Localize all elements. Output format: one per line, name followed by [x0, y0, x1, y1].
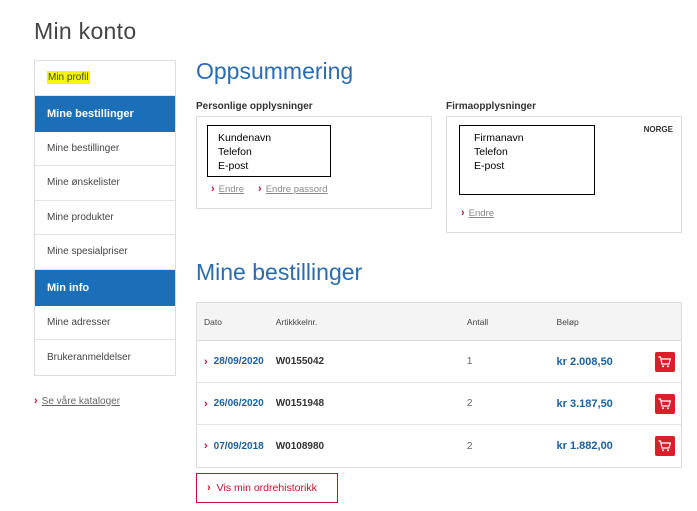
cart-icon: [658, 440, 672, 452]
sidebar-item-label: Mine ønskelister: [47, 177, 120, 189]
chevron-right-icon: ›: [34, 395, 38, 407]
order-qty: 2: [466, 398, 473, 409]
account-sidebar: Min profil Mine bestillinger Mine bestil…: [34, 60, 176, 376]
add-to-cart-button[interactable]: [654, 351, 675, 372]
order-amount: kr 3.187,50: [556, 397, 613, 410]
chevron-right-icon: ›: [204, 355, 208, 368]
sidebar-item-label: Mine produkter: [47, 211, 114, 223]
add-to-cart-button[interactable]: [654, 393, 675, 414]
sidebar-item-label: Mine spesialpriser: [47, 246, 128, 258]
sidebar-item-mine-bestillinger[interactable]: Mine bestillinger: [35, 131, 175, 166]
column-header-article: Artikkkelnr.: [275, 316, 318, 327]
edit-company-link[interactable]: › Endre: [461, 207, 494, 219]
column-header-qty: Antall: [466, 316, 489, 327]
catalog-link[interactable]: › Se våre kataloger: [34, 395, 120, 407]
chevron-right-icon: ›: [211, 183, 215, 195]
email-line: E-post: [474, 160, 505, 172]
order-history-button[interactable]: › Vis min ordrehistorikk: [196, 473, 338, 503]
orders-table: Dato Artikkkelnr. Antall Beløp › 28/09/20…: [196, 302, 682, 468]
personal-info-box: Kundenavn Telefon E-post: [207, 125, 331, 177]
edit-personal-link[interactable]: › Endre: [211, 183, 244, 195]
chevron-right-icon: ›: [207, 482, 211, 494]
orders-table-header: Dato Artikkkelnr. Antall Beløp: [197, 303, 681, 341]
summary-title: Oppsummering: [196, 58, 354, 84]
change-password-label: Endre passord: [265, 183, 328, 195]
phone-line: Telefon: [218, 146, 252, 158]
sidebar-item-mine-onskelister[interactable]: Mine ønskelister: [35, 166, 175, 201]
sidebar-item-mine-spesialpriser[interactable]: Mine spesialpriser: [35, 235, 175, 270]
sidebar-item-min-profil[interactable]: Min profil: [35, 61, 175, 96]
company-info-box: Firmanavn Telefon E-post: [459, 125, 595, 195]
sidebar-item-brukeranmeldelser[interactable]: Brukeranmeldelser: [35, 340, 175, 375]
chevron-right-icon: ›: [204, 440, 208, 452]
company-name-line: Firmanavn: [474, 132, 524, 144]
customer-name-line: Kundenavn: [218, 132, 272, 144]
order-date[interactable]: 28/09/2020: [214, 356, 264, 367]
order-amount: kr 2.008,50: [556, 355, 613, 368]
order-date[interactable]: 07/09/2018: [214, 441, 264, 452]
cart-icon: [658, 397, 672, 409]
sidebar-item-label: Brukeranmeldelser: [47, 351, 131, 363]
sidebar-header-label: Mine bestillinger: [47, 107, 134, 120]
order-qty: 2: [466, 440, 473, 452]
catalog-link-label: Se våre kataloger: [41, 395, 121, 407]
order-qty: 1: [466, 356, 473, 367]
change-password-link[interactable]: › Endre passord: [258, 183, 327, 195]
order-article: W0108980: [275, 440, 325, 452]
sidebar-item-label: Mine adresser: [47, 316, 111, 328]
add-to-cart-button[interactable]: [654, 436, 675, 456]
edit-company-label: Endre: [468, 207, 495, 219]
table-row[interactable]: › 07/09/2018 W0108980 2 kr 1.882,00: [197, 425, 681, 467]
sidebar-header-min-info: Min info: [35, 269, 175, 306]
chevron-right-icon: ›: [258, 183, 262, 195]
order-article: W0155042: [275, 356, 325, 367]
table-row[interactable]: › 26/06/2020 W0151948 2 kr 3.187,50: [197, 383, 681, 425]
chevron-right-icon: ›: [204, 397, 208, 410]
edit-personal-label: Endre: [218, 183, 245, 195]
personal-info-title: Personlige opplysninger: [196, 101, 313, 112]
order-amount: kr 1.882,00: [556, 440, 613, 452]
orders-title: Mine bestillinger: [196, 259, 363, 285]
order-article: W0151948: [275, 398, 325, 409]
table-row[interactable]: › 28/09/2020 W0155042 1 kr 2.008,50: [197, 341, 681, 383]
chevron-right-icon: ›: [461, 207, 465, 219]
email-line: E-post: [218, 160, 249, 172]
sidebar-item-label: Min profil: [47, 71, 90, 85]
sidebar-item-mine-produkter[interactable]: Mine produkter: [35, 200, 175, 235]
sidebar-header-mine-bestillinger: Mine bestillinger: [35, 95, 175, 132]
sidebar-item-label: Mine bestillinger: [47, 142, 120, 154]
column-header-date: Dato: [204, 316, 222, 327]
sidebar-item-mine-adresser[interactable]: Mine adresser: [35, 305, 175, 340]
order-history-label: Vis min ordrehistorikk: [216, 482, 317, 494]
order-date[interactable]: 26/06/2020: [214, 398, 264, 409]
country-label: NORGE: [643, 125, 673, 134]
cart-icon: [658, 355, 672, 367]
column-header-amount: Beløp: [556, 316, 579, 327]
sidebar-header-label: Min info: [47, 281, 90, 294]
company-info-card: NORGE Firmanavn Telefon E-post › Endre: [446, 116, 682, 233]
phone-line: Telefon: [474, 146, 508, 158]
page-title: Min konto: [34, 18, 137, 44]
personal-info-card: Kundenavn Telefon E-post › Endre › Endre…: [196, 116, 432, 209]
company-info-title: Firmaopplysninger: [446, 101, 537, 112]
